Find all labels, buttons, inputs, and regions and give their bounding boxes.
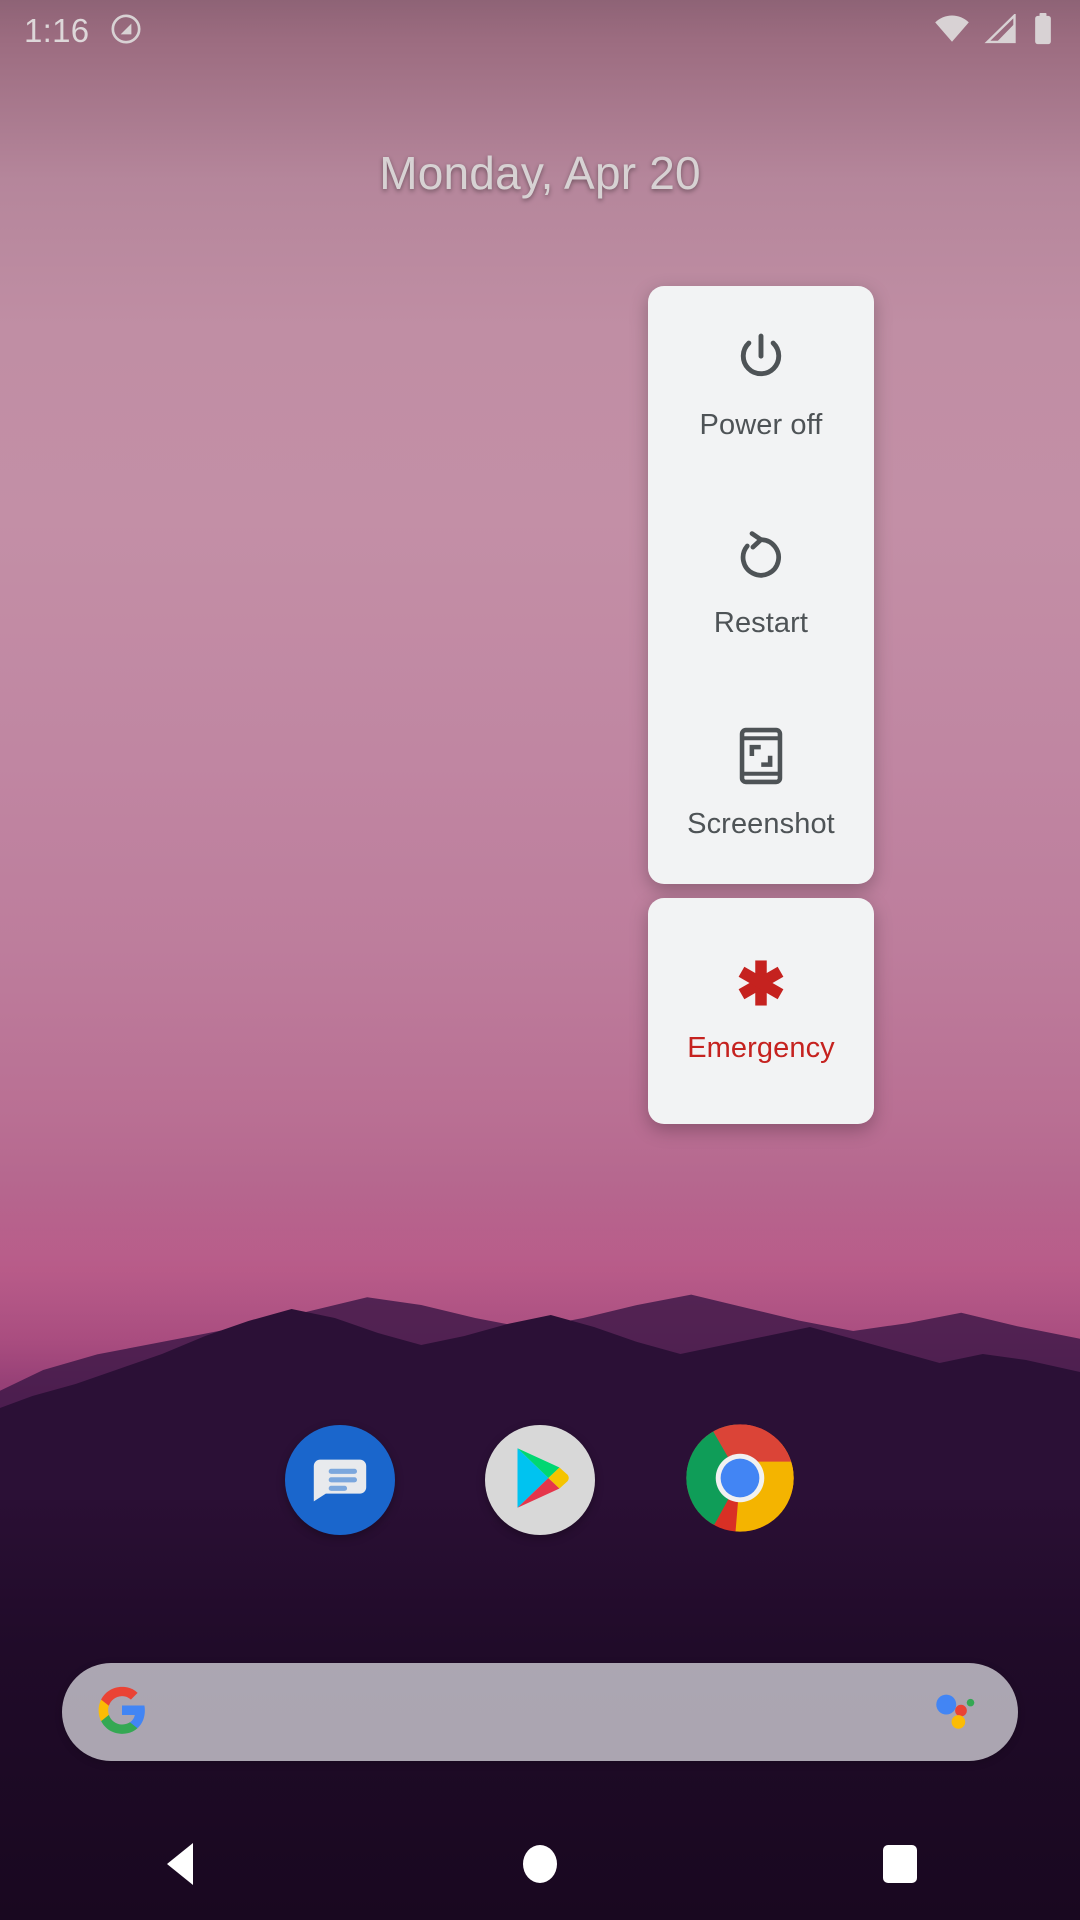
power-menu: Power off Restart Screenshot Emergency	[648, 286, 874, 1124]
battery-full-icon	[1032, 12, 1054, 50]
google-g-icon	[96, 1684, 148, 1741]
emergency-asterisk-icon	[735, 957, 787, 1014]
emergency-card: Emergency	[648, 898, 874, 1124]
restart-label: Restart	[713, 606, 809, 639]
nav-back-button[interactable]	[120, 1808, 240, 1920]
restart-button[interactable]: Restart	[648, 485, 874, 684]
cellular-signal-icon	[984, 12, 1018, 49]
nav-recents-button[interactable]	[840, 1808, 960, 1920]
power-off-button[interactable]: Power off	[648, 286, 874, 485]
screenshot-icon	[737, 727, 785, 790]
navigation-bar	[0, 1808, 1080, 1920]
status-bar-left: 1:16	[24, 12, 143, 51]
dock-app-play-store[interactable]	[485, 1425, 595, 1535]
emergency-label: Emergency	[687, 1032, 835, 1064]
dock	[0, 1380, 1080, 1580]
back-triangle-icon	[167, 1843, 193, 1885]
recents-square-icon	[883, 1845, 917, 1883]
status-bar-right	[934, 12, 1054, 50]
power-icon	[733, 330, 789, 391]
wifi-icon	[934, 14, 970, 49]
home-circle-icon	[523, 1845, 557, 1883]
power-off-label: Power off	[699, 408, 823, 441]
search-input[interactable]	[148, 1663, 930, 1761]
status-bar: 1:16	[0, 0, 1080, 62]
power-menu-card: Power off Restart Screenshot	[648, 286, 874, 884]
screenshot-button[interactable]: Screenshot	[648, 685, 874, 884]
screenshot-label: Screenshot	[687, 808, 835, 841]
home-date-widget[interactable]: Monday, Apr 20	[0, 146, 1080, 200]
dock-app-messages[interactable]	[285, 1425, 395, 1535]
chrome-icon	[684, 1422, 796, 1539]
emergency-button[interactable]: Emergency	[648, 898, 874, 1124]
google-assistant-icon[interactable]	[930, 1684, 982, 1741]
messages-icon	[306, 1444, 374, 1517]
do-not-disturb-icon	[109, 12, 143, 51]
dock-app-chrome[interactable]	[685, 1423, 795, 1535]
restart-icon	[734, 530, 788, 589]
google-search-bar[interactable]	[62, 1663, 1018, 1761]
nav-home-button[interactable]	[480, 1808, 600, 1920]
status-clock: 1:16	[24, 12, 90, 49]
play-store-icon	[509, 1445, 571, 1516]
